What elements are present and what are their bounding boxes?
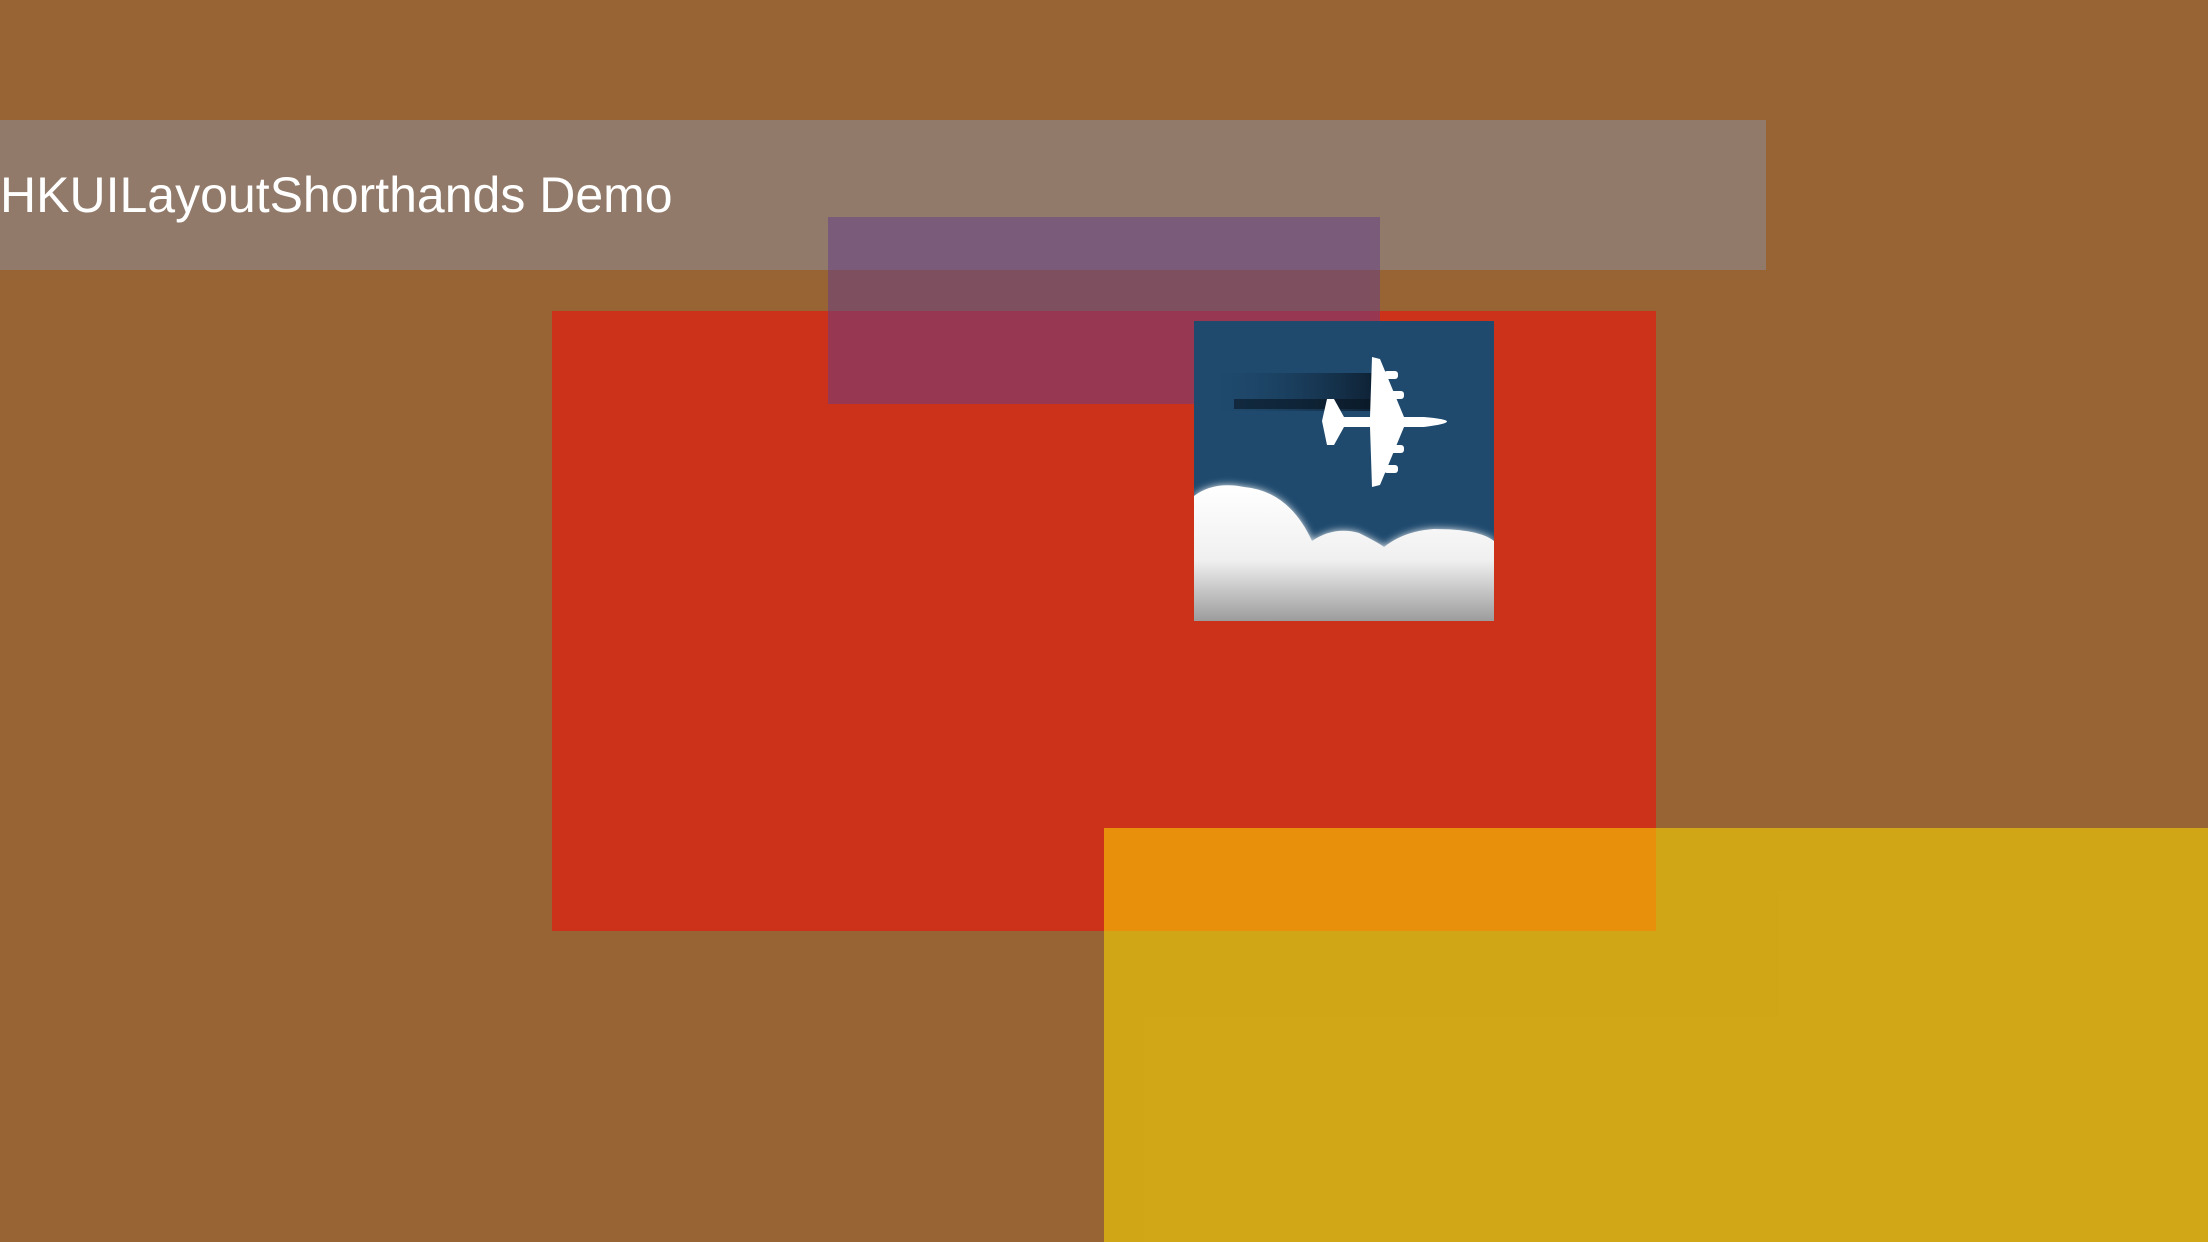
airplane-icon	[1194, 321, 1494, 621]
page-title: HKUILayoutShorthands Demo	[0, 167, 673, 223]
yellow-box	[1104, 828, 2208, 1242]
demo-screen: HKUILayoutShorthands Demo	[0, 0, 2208, 1242]
app-icon-image	[1194, 321, 1494, 621]
